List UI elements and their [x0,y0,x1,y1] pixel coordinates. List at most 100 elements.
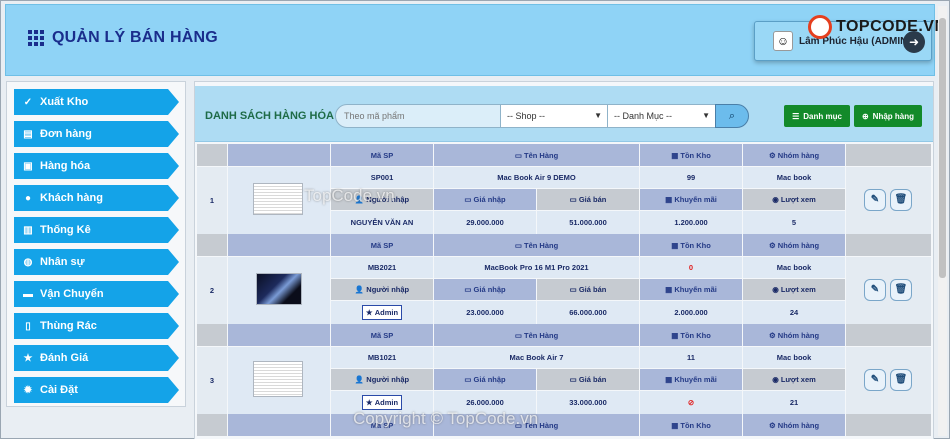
brand[interactable]: QUẢN LÝ BÁN HÀNG [28,29,218,47]
header-cell [197,144,227,166]
sidebar-item-xuat-kho[interactable]: ✓ Xuất Kho [14,89,179,115]
search-input[interactable] [335,104,501,128]
card-icon: ▭ [514,150,524,160]
sidebar-item-label: Vận Chuyển [40,288,104,300]
product-stock: 11 [640,347,742,368]
sidebar-item-label: Cài Đặt [40,384,78,396]
search-button[interactable]: ⌕ [715,104,749,128]
table-row: Mã SP ▭ Tên Hàng ▦ Tồn Kho ⚙ Nhóm hàng 3… [197,324,931,414]
tag-icon: ▦ [665,195,675,204]
card-icon: ▭ [514,330,524,340]
pencil-icon: ✎ [870,284,880,295]
delete-button[interactable]: 🗑 [890,189,912,211]
chevron-down-icon: ▼ [594,111,602,120]
sidebar-item-don-hang[interactable]: ▤ Đơn hàng [14,121,179,147]
stock-icon: ▦ [671,420,681,430]
sidebar-item-thong-ke[interactable]: ▥ Thống Kê [14,217,179,243]
pencil-icon: ✎ [870,194,880,205]
header-cell [197,234,227,256]
product-image [256,273,302,305]
product-name: Mac Book Air 7 [434,347,639,368]
product-image [253,183,303,215]
tag-icon: ▦ [665,285,675,294]
header-code: Mã SP [331,144,433,166]
sidebar-item-cai-dat[interactable]: ✹ Cài Đặt [14,377,179,403]
edit-button[interactable]: ✎ [864,279,886,301]
header-group: ⚙ Nhóm hàng [743,144,845,166]
category-select[interactable]: -- Danh Mục -- ▼ [607,104,716,128]
header-stock: ▦ Tồn Kho [640,144,742,166]
import-button-label: Nhập hàng [872,111,915,121]
importer-label-cell: 👤 Người nhập [331,369,433,390]
sale-price-label-cell: ▭ Giá bán [537,369,639,390]
promo-label-cell: ▦ Khuyến mãi [640,369,742,390]
views-label-cell: ◉ Lượt xem [743,369,845,390]
app-window: QUẢN LÝ BÁN HÀNG ☺ Lâm Phúc Hậu (ADMIN) … [0,0,950,439]
product-code: MB1021 [331,347,433,368]
sidebar-item-thung-rac[interactable]: ▯ Thùng Rác [14,313,179,339]
actions-cell: ✎ 🗑 [846,347,931,414]
truck-icon: ▬ [23,288,33,300]
promo-value: ⊘ [640,391,742,414]
product-group: Mac book [743,167,845,188]
category-select-value: -- Danh Mục -- [614,111,673,121]
trash-icon: 🗑 [894,374,908,385]
sidebar-item-khach-hang[interactable]: ● Khách hàng [14,185,179,211]
import-price-label-cell: ▭ Giá nhập [434,279,536,300]
views-label-cell: ◉ Lượt xem [743,279,845,300]
header-stock-label: Tồn Kho [680,420,711,430]
import-price-label-cell: ▭ Giá nhập [434,189,536,210]
header-cell [846,324,931,346]
promo-label: Khuyến mãi [674,285,717,294]
header-stock: ▦ Tồn Kho [640,324,742,346]
import-price: 29.000.000 [434,211,536,234]
table-row: Mã SP ▭ Tên Hàng ▦ Tồn Kho ⚙ Nhóm hàng [197,414,931,436]
sidebar-item-danh-gia[interactable]: ★ Đánh Giá [14,345,179,371]
header-cell [228,234,330,256]
thumb-cell [228,347,330,414]
page-title: DANH SÁCH HÀNG HÓA [205,110,334,122]
sale-price-label-cell: ▭ Giá bán [537,279,639,300]
header-cell [846,414,931,436]
promo-label-cell: ▦ Khuyến mãi [640,279,742,300]
money-icon: ▭ [464,285,474,294]
gear-icon: ⚙ [768,330,778,340]
product-name: MacBook Pro 16 M1 Pro 2021 [434,257,639,278]
views-value: 21 [743,391,845,414]
shop-select[interactable]: -- Shop -- ▼ [500,104,608,128]
product-name: Mac Book Air 9 DEMO [434,167,639,188]
tag-icon: ▦ [665,375,675,384]
sidebar-item-hang-hoa[interactable]: ▣ Hàng hóa [14,153,179,179]
delete-button[interactable]: 🗑 [890,279,912,301]
stock-icon: ▦ [671,150,681,160]
stock-icon: ▦ [671,240,681,250]
eye-icon: ◉ [772,285,781,294]
pencil-icon: ✎ [870,374,880,385]
promo-value: 2.000.000 [640,301,742,324]
header-code: Mã SP [331,234,433,256]
row-index: 3 [197,347,227,414]
scrollbar-thumb[interactable] [939,18,946,278]
sidebar-item-label: Nhân sự [40,256,85,268]
page-scrollbar[interactable] [938,6,947,436]
edit-button[interactable]: ✎ [864,189,886,211]
gear-icon: ⚙ [768,240,778,250]
app-title: QUẢN LÝ BÁN HÀNG [52,29,218,46]
header-name-label: Tên Hàng [524,330,559,340]
product-stock: 0 [640,257,742,278]
user-circle-icon: ● [24,192,32,204]
edit-button[interactable]: ✎ [864,369,886,391]
sidebar-item-nhan-su[interactable]: ◍ Nhân sự [14,249,179,275]
admin-badge: ★ Admin [361,395,403,410]
category-button[interactable]: ☰ Danh mục [784,105,850,127]
delete-button[interactable]: 🗑 [890,369,912,391]
header-group-label: Nhóm hàng [777,420,820,430]
grid-menu-icon [28,30,44,46]
import-button[interactable]: ⊕ Nhập hàng [854,105,922,127]
sidebar-item-label: Xuất Kho [40,96,89,108]
actions-cell: ✎ 🗑 [846,257,931,324]
sidebar-item-van-chuyen[interactable]: ▬ Vận Chuyển [14,281,179,307]
header-name: ▭ Tên Hàng [434,144,639,166]
import-price-label-cell: ▭ Giá nhập [434,369,536,390]
topcode-logo: TOPCODE.VN [808,15,947,39]
